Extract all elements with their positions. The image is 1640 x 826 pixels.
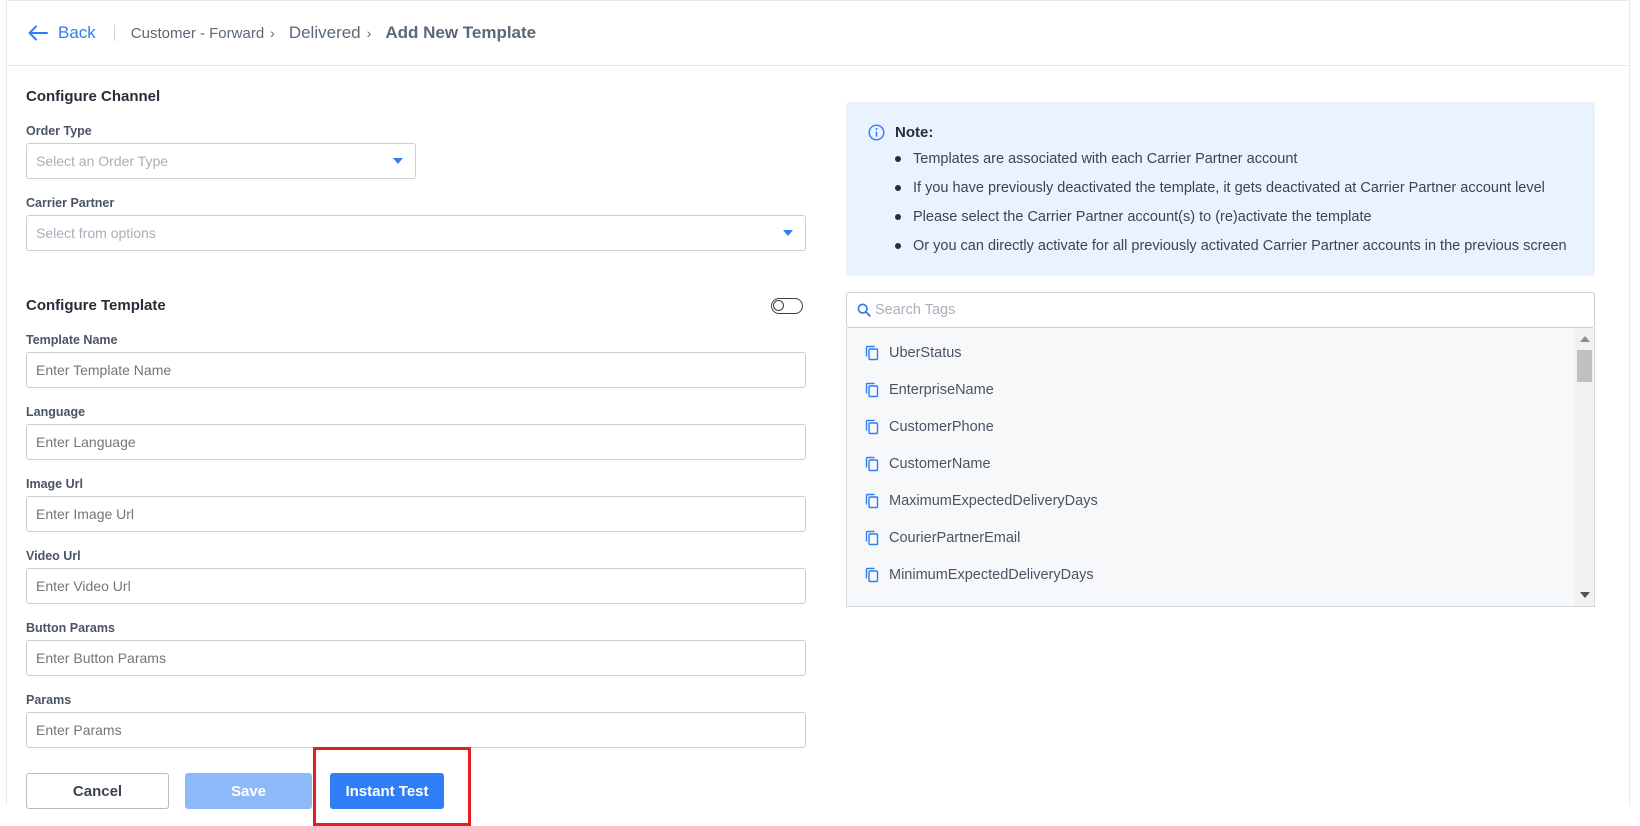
tag-item-enterprisename[interactable]: EnterpriseName — [865, 382, 994, 398]
image-url-label: Image Url — [26, 477, 83, 491]
copy-icon — [865, 456, 879, 472]
scroll-up-arrow-icon[interactable] — [1580, 336, 1590, 342]
tag-label: UberStatus — [889, 345, 962, 361]
caret-down-icon — [393, 158, 403, 164]
template-name-input[interactable] — [26, 352, 806, 388]
note-header: Note: — [868, 124, 933, 141]
tag-item-uberstatus[interactable]: UberStatus — [865, 345, 962, 361]
tags-list: UberStatus EnterpriseName CustomerPhone … — [846, 328, 1595, 607]
save-button[interactable]: Save — [185, 773, 312, 809]
tag-item-courierpartneremail[interactable]: CourierPartnerEmail — [865, 530, 1020, 546]
note-item: Templates are associated with each Carri… — [895, 148, 1567, 177]
carrier-partner-label: Carrier Partner — [26, 196, 115, 210]
highlight-box — [313, 747, 471, 826]
tag-item-minimumexpecteddeliverydays[interactable]: MinimumExpectedDeliveryDays — [865, 567, 1094, 583]
copy-icon — [865, 530, 879, 546]
cancel-button[interactable]: Cancel — [26, 773, 169, 809]
configure-channel-title: Configure Channel — [26, 88, 161, 105]
tag-label: MinimumExpectedDeliveryDays — [889, 567, 1094, 583]
copy-icon — [865, 345, 879, 361]
order-type-select[interactable]: Select an Order Type — [26, 143, 416, 179]
header-bar: Back Customer - Forward › Delivered › Ad… — [6, 0, 1630, 66]
order-type-label: Order Type — [26, 124, 92, 138]
header-divider — [113, 25, 115, 41]
caret-down-icon — [783, 230, 793, 236]
breadcrumb-current: Add New Template — [385, 23, 537, 42]
language-input[interactable] — [26, 424, 806, 460]
template-name-label: Template Name — [26, 333, 118, 347]
params-input[interactable] — [26, 712, 806, 748]
note-title: Note: — [895, 124, 934, 141]
page: Back Customer - Forward › Delivered › Ad… — [0, 0, 1640, 826]
button-params-input[interactable] — [26, 640, 806, 676]
chevron-right-icon: › — [366, 25, 372, 41]
tag-label: CustomerName — [889, 456, 991, 472]
note-item: Please select the Carrier Partner accoun… — [895, 206, 1567, 235]
tag-label: CourierPartnerEmail — [889, 530, 1021, 546]
breadcrumb-delivered[interactable]: Delivered — [289, 23, 361, 43]
breadcrumb-customer-forward[interactable]: Customer - Forward — [131, 25, 264, 42]
tag-search-input[interactable]: Search Tags — [846, 292, 1595, 328]
image-url-input[interactable] — [26, 496, 806, 532]
order-type-placeholder: Select an Order Type — [36, 153, 169, 169]
chevron-right-icon: › — [270, 25, 275, 41]
video-url-label: Video Url — [26, 549, 81, 563]
tags-scrollbar[interactable] — [1575, 328, 1594, 606]
tag-item-customerphone[interactable]: CustomerPhone — [865, 419, 994, 435]
back-label: Back — [58, 23, 96, 42]
note-item: Or you can directly activate for all pre… — [895, 235, 1567, 264]
params-label: Params — [26, 693, 72, 707]
tag-item-customername[interactable]: CustomerName — [865, 456, 991, 472]
scrollbar-thumb[interactable] — [1577, 350, 1592, 382]
tag-search-placeholder: Search Tags — [875, 302, 956, 318]
note-list: Templates are associated with each Carri… — [895, 148, 1567, 264]
search-icon — [857, 303, 871, 317]
configure-template-title: Configure Template — [26, 297, 166, 314]
tag-label: MaximumExpectedDeliveryDays — [889, 493, 1098, 509]
copy-icon — [865, 382, 879, 398]
note-item: If you have previously deactivated the t… — [895, 177, 1567, 206]
carrier-partner-placeholder: Select from options — [36, 225, 156, 241]
info-icon — [868, 124, 885, 141]
copy-icon — [865, 493, 879, 509]
template-toggle[interactable] — [771, 298, 803, 314]
toggle-knob — [773, 300, 784, 311]
tag-label: EnterpriseName — [889, 382, 994, 398]
arrow-left-icon — [28, 25, 48, 41]
scroll-down-arrow-icon[interactable] — [1580, 592, 1590, 598]
copy-icon — [865, 419, 879, 435]
language-label: Language — [26, 405, 86, 419]
note-panel: Note: Templates are associated with each… — [846, 102, 1595, 276]
tag-label: CustomerPhone — [889, 419, 994, 435]
button-params-label: Button Params — [26, 621, 115, 635]
video-url-input[interactable] — [26, 568, 806, 604]
carrier-partner-select[interactable]: Select from options — [26, 215, 806, 251]
tag-item-maximumexpecteddeliverydays[interactable]: MaximumExpectedDeliveryDays — [865, 493, 1098, 509]
back-button[interactable]: Back — [28, 23, 96, 43]
copy-icon — [865, 567, 879, 583]
